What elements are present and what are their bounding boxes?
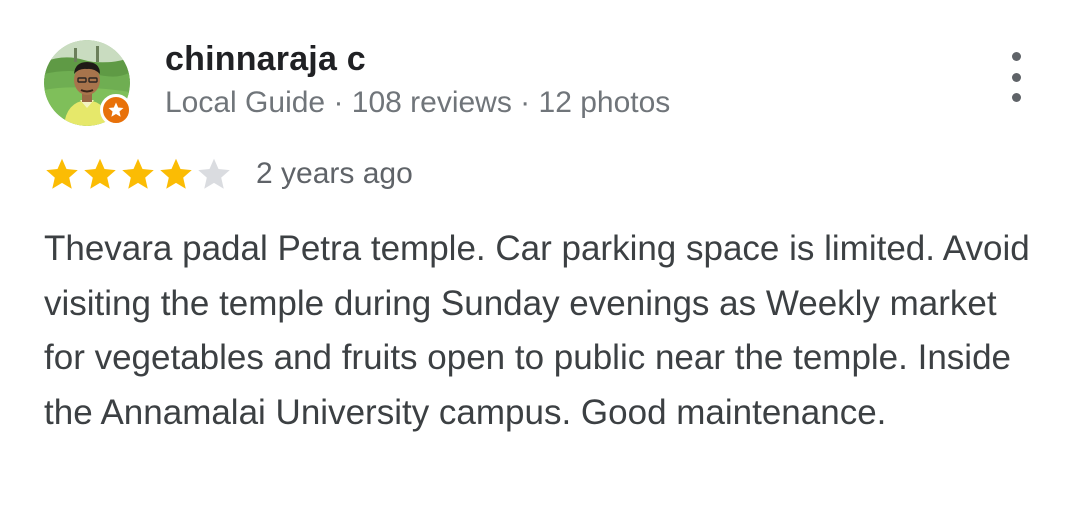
rating-row: 2 years ago (44, 153, 413, 195)
star-empty-icon (198, 158, 230, 189)
star-filled-icon (160, 158, 192, 189)
star-filled-icon (122, 158, 154, 189)
star-filled-icon (84, 158, 116, 189)
star-filled-icon (46, 158, 78, 189)
more-options-button[interactable] (996, 52, 1036, 102)
star-rating (44, 156, 234, 192)
author-meta: Local Guide · 108 reviews · 12 photos (165, 86, 671, 119)
review-card: chinnaraja c Local Guide · 108 reviews ·… (0, 0, 1080, 522)
review-date: 2 years ago (256, 157, 413, 190)
author-avatar[interactable] (44, 40, 132, 126)
local-guide-star-icon (100, 94, 132, 126)
author-name[interactable]: chinnaraja c (165, 40, 366, 79)
review-text: Thevara padal Petra temple. Car parking … (44, 229, 1030, 432)
more-vert-icon (1011, 52, 1021, 61)
